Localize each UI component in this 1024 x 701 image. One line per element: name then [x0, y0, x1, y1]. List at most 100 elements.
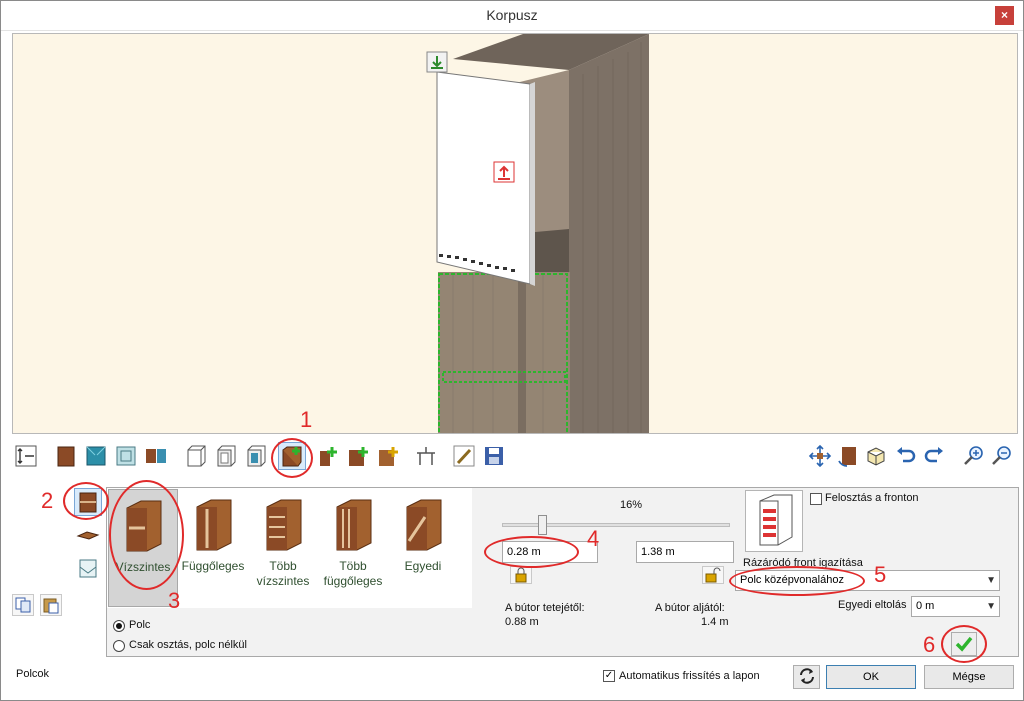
shelf-type-label: Függőleges: [181, 559, 245, 573]
copy-button[interactable]: [12, 594, 34, 616]
undo-button[interactable]: [892, 442, 920, 470]
zoom-out-icon: [992, 446, 1011, 465]
floppy-disk-icon: [485, 447, 503, 465]
cabinet-glass-button[interactable]: [112, 442, 140, 470]
3d-box-view-button[interactable]: [862, 442, 890, 470]
dimension-icon: [15, 445, 37, 467]
annotation-number: 2: [41, 488, 54, 513]
closing-front-select[interactable]: Polc középvonalához ▼: [735, 570, 1000, 591]
add-divider-button[interactable]: [314, 442, 342, 470]
annotation-number: 6: [923, 632, 936, 657]
rotate-cabinet-icon: [838, 447, 856, 467]
cancel-button[interactable]: Mégse: [924, 665, 1014, 689]
cabinet-blue-button[interactable]: [82, 442, 110, 470]
slider-percent-label: 16%: [620, 499, 643, 511]
annotation-number: 5: [874, 562, 887, 587]
ok-button[interactable]: OK: [826, 665, 916, 689]
cabinet-front-icon: [57, 446, 75, 467]
shelf-type-label: Vízszintes: [115, 560, 171, 574]
shelf-type-custom[interactable]: Egyedi: [388, 489, 458, 607]
open-door: [436, 71, 531, 285]
panel-tool-button[interactable]: [74, 522, 102, 550]
save-button[interactable]: [480, 442, 508, 470]
unlock-icon: [705, 567, 721, 583]
chevron-down-icon: ▼: [986, 601, 996, 612]
checkmark-icon: ✓: [604, 670, 614, 681]
close-button[interactable]: ×: [995, 6, 1014, 25]
fit-view-button[interactable]: [806, 442, 834, 470]
chevron-down-icon: ▼: [986, 575, 996, 586]
shelf-type-multi-horizontal[interactable]: Több vízszintes: [248, 489, 318, 607]
custom-offset-select[interactable]: 0 m ▼: [911, 596, 1000, 617]
edit-button[interactable]: [450, 442, 478, 470]
add-accessory-icon: [379, 447, 398, 466]
rotate-view-button[interactable]: [834, 442, 862, 470]
radio-shelf[interactable]: [113, 620, 125, 632]
radio-division-only-label: Csak osztás, polc nélkül: [129, 639, 247, 651]
position-slider-thumb[interactable]: [538, 515, 548, 535]
undo-icon: [897, 447, 916, 463]
shelf-section-icon: [79, 492, 97, 513]
radio-division-only[interactable]: [113, 640, 125, 652]
position-slider-track[interactable]: [502, 523, 730, 527]
apply-button[interactable]: [951, 632, 977, 656]
unlock-bottom-button[interactable]: [702, 566, 724, 584]
3d-viewport[interactable]: [12, 33, 1018, 434]
body-wire-button-2[interactable]: [212, 442, 240, 470]
custom-offset-label: Egyedi eltolás: [838, 599, 907, 611]
paste-icon: [43, 598, 59, 614]
refresh-button[interactable]: [793, 665, 820, 689]
radio-shelf-label: Polc: [129, 619, 151, 631]
lock-icon: [515, 567, 527, 583]
shelves-tool-button[interactable]: [74, 488, 102, 516]
glass-front-tool-button[interactable]: [74, 554, 102, 582]
zoom-in-button[interactable]: [960, 442, 988, 470]
auto-refresh-checkbox[interactable]: ✓: [603, 670, 615, 682]
front-preview: [745, 490, 803, 552]
add-divider-icon: [320, 447, 337, 466]
cube-icon: [867, 447, 885, 466]
wood-panel-icon: [76, 531, 100, 540]
top-offset-input[interactable]: 0.28 m: [502, 541, 598, 563]
body-wire-button-3[interactable]: [242, 442, 270, 470]
cabinet-front-button[interactable]: [52, 442, 80, 470]
paste-button[interactable]: [40, 594, 62, 616]
window-title: Korpusz: [486, 7, 538, 23]
cabinet-split-icon: [146, 449, 166, 463]
shelf-type-label: Több vízszintes: [256, 559, 310, 588]
add-accessory-button[interactable]: [374, 442, 402, 470]
shelf-type-multi-vertical[interactable]: Több függőleges: [318, 489, 388, 607]
bottom-offset-input[interactable]: 1.38 m: [636, 541, 734, 563]
add-shelf-icon: [282, 446, 302, 467]
cabinet-3d-view: [426, 34, 649, 433]
wireframe-cabinet-icon: [187, 445, 206, 467]
zoom-in-icon: [964, 446, 983, 465]
cabinet-side-panel: [569, 34, 649, 433]
shelf-type-label: Egyedi: [404, 559, 442, 573]
cabinet-split-button[interactable]: [142, 442, 170, 470]
auto-refresh-label: Automatikus frissítés a lapon: [619, 670, 760, 682]
section-label: Polcok: [16, 668, 50, 680]
add-shelf-button[interactable]: [278, 442, 306, 470]
redo-button[interactable]: [920, 442, 948, 470]
annotation-number: 3: [168, 588, 181, 613]
legs-button[interactable]: [412, 442, 440, 470]
split-on-front-checkbox[interactable]: [810, 493, 822, 505]
add-drawer-button[interactable]: [344, 442, 372, 470]
dimension-tool-button[interactable]: [12, 442, 40, 470]
copy-icon: [15, 597, 31, 613]
multi-vertical-divider-icon: [336, 499, 372, 551]
from-bottom-value: 1.4 m: [701, 616, 729, 628]
cabinet-blue-icon: [86, 446, 106, 466]
refresh-icon: [799, 668, 814, 684]
horizontal-shelf-icon: [126, 500, 162, 552]
multi-horizontal-shelf-icon: [266, 499, 302, 551]
closing-front-value: Polc középvonalához: [740, 574, 844, 586]
custom-shelf-icon: [406, 499, 442, 551]
body-wire-button-1[interactable]: [182, 442, 210, 470]
shelf-type-vertical[interactable]: Függőleges: [178, 489, 248, 607]
lock-top-button[interactable]: [510, 566, 532, 584]
zoom-out-button[interactable]: [988, 442, 1016, 470]
cabinet-glass-icon: [116, 446, 136, 466]
shelf-type-label: Több függőleges: [323, 559, 383, 588]
